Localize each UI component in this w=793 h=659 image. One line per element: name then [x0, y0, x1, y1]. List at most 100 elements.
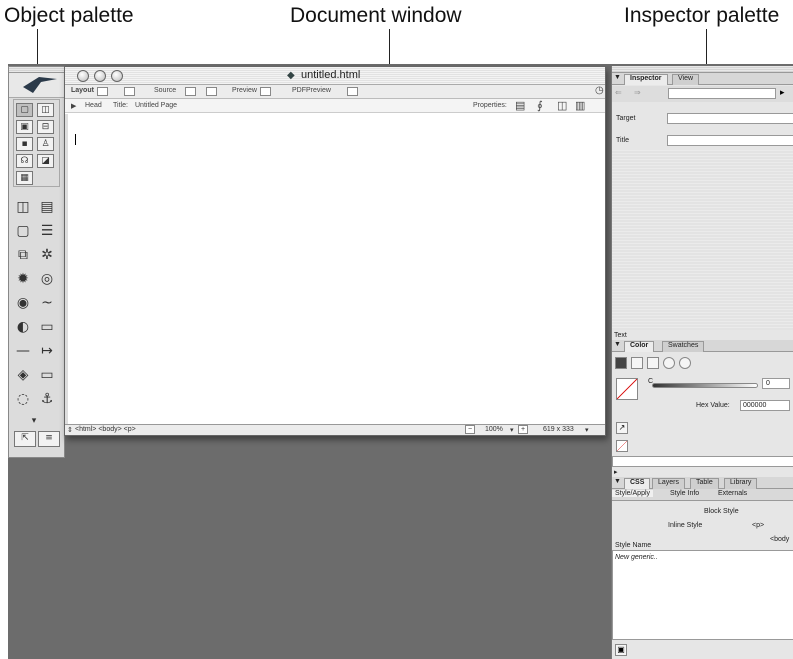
status-toggle-icon[interactable]: ⇕	[67, 426, 73, 434]
tab-color[interactable]: Color	[624, 341, 655, 352]
color-collapse-icon[interactable]: ▼	[614, 341, 621, 348]
tab-pdf-preview[interactable]: PDFPreview	[292, 87, 331, 94]
frame-tool-icon[interactable]: ◫	[12, 197, 34, 217]
c-channel-value: 0	[766, 380, 770, 387]
svg-tool-icon[interactable]: ~	[36, 293, 58, 313]
tab-preview[interactable]: Preview	[232, 87, 257, 94]
new-generic-style[interactable]: New generic..	[615, 554, 658, 561]
inspector-titlebar[interactable]	[612, 66, 793, 73]
hsv-mode-icon[interactable]	[679, 357, 691, 369]
plugin-tool-icon[interactable]: ♙	[37, 137, 54, 151]
link-forward-icon[interactable]: ⇒	[634, 88, 641, 97]
site-icon[interactable]: ▥	[575, 99, 585, 112]
zoom-in-button[interactable]: +	[518, 425, 529, 434]
new-style-icon[interactable]: ▣	[615, 644, 627, 656]
style-name-header: Style Name	[615, 542, 652, 549]
link-url-field[interactable]	[668, 88, 776, 99]
markup-tree[interactable]: <html> <body> <p>	[75, 426, 136, 433]
window-size-menu-icon[interactable]: ▾	[585, 426, 589, 434]
cmyk-mode-icon[interactable]	[647, 357, 659, 369]
list-tool-icon[interactable]: ☰	[36, 221, 58, 241]
tab-table[interactable]: Table	[690, 478, 719, 489]
grayscale-mode-icon[interactable]	[615, 357, 627, 369]
body-tag-label: <body	[770, 536, 790, 543]
grid-tool-icon[interactable]: ▦	[16, 171, 33, 185]
layout-grid-tool-icon[interactable]: ▢	[16, 103, 33, 117]
inspector-collapse-icon[interactable]: ▼	[614, 74, 621, 81]
spacer-tool-icon[interactable]: ↦	[36, 341, 58, 361]
anchor-tool-icon[interactable]: ⚓	[36, 389, 58, 409]
subtab-style-apply[interactable]: Style/Apply	[612, 490, 654, 497]
subtab-externals[interactable]: Externals	[718, 490, 747, 497]
inline-style-label: Inline Style	[668, 522, 703, 529]
title-label: Title:	[113, 102, 128, 109]
document-menu-icon[interactable]: ◷	[595, 85, 604, 96]
palette-menu-icon[interactable]: ▾	[23, 411, 45, 431]
search-tool-icon[interactable]: ◎	[36, 269, 58, 289]
source-split-icon[interactable]	[206, 87, 217, 96]
window-size[interactable]: 619 x 333	[543, 426, 574, 433]
css-collapse-icon[interactable]: ▼	[614, 478, 621, 485]
globe-tool-icon[interactable]: ✹	[12, 269, 34, 289]
subtab-style-info[interactable]: Style Info	[670, 490, 699, 497]
color-expand-icon[interactable]: ▸	[614, 468, 618, 476]
callout-object-palette: Object palette	[4, 4, 134, 27]
zoom-menu-icon[interactable]: ▾	[510, 426, 514, 434]
color-name-field[interactable]	[612, 456, 793, 467]
page-properties-icon[interactable]: ▤	[515, 99, 525, 112]
minimize-icon[interactable]	[94, 70, 106, 82]
image-tool-icon[interactable]: ▪	[16, 137, 33, 151]
tab-swatches[interactable]: Swatches	[662, 341, 705, 352]
eraser-tool-icon[interactable]: ◐	[12, 317, 34, 337]
head-toggle-icon[interactable]: ▶	[71, 102, 76, 110]
link-tool-icon[interactable]: ☊	[16, 154, 33, 168]
hsb-mode-icon[interactable]	[663, 357, 675, 369]
color-preview-swatch[interactable]	[616, 378, 638, 400]
inline-frame-tool-icon[interactable]: ▤	[36, 197, 58, 217]
no-color-swatch[interactable]	[616, 440, 628, 452]
balloon-tool-icon[interactable]: ◌	[12, 389, 34, 409]
document-titlebar[interactable]: ◆ untitled.html	[65, 67, 605, 85]
page-layout-icon[interactable]: ◫	[557, 99, 567, 112]
component-tool-icon[interactable]: ✲	[36, 245, 58, 265]
line-break-tool-icon[interactable]: ▭	[36, 365, 58, 385]
tab-library[interactable]: Library	[724, 478, 758, 489]
zoom-level[interactable]: 100%	[485, 426, 503, 433]
palette-switch-left-icon[interactable]: ⇱	[14, 431, 36, 447]
horizontal-rule-tool-icon[interactable]: —	[12, 341, 34, 361]
tab-inspector[interactable]: Inspector	[624, 74, 668, 85]
browse-icon[interactable]: ▸	[780, 87, 785, 98]
applet-tool-icon[interactable]: ⧉	[12, 245, 34, 265]
target-field[interactable]	[667, 113, 793, 124]
callout-document-window: Document window	[290, 4, 462, 27]
button-tool-icon[interactable]: ▭	[36, 317, 58, 337]
tab-css[interactable]: CSS	[624, 478, 651, 489]
close-icon[interactable]	[77, 70, 89, 82]
palette-switch-right-icon[interactable]: ≡	[38, 431, 60, 447]
head-label[interactable]: Head	[85, 102, 102, 109]
floating-box-tool-icon[interactable]: ▣	[16, 120, 33, 134]
tab-layers[interactable]: Layers	[652, 478, 686, 489]
tab-view[interactable]: View	[672, 74, 700, 85]
info-tool-icon[interactable]: ◉	[12, 293, 34, 313]
eyedropper-icon[interactable]: ↗	[616, 422, 628, 434]
comment-tool-icon[interactable]: ◈	[12, 365, 34, 385]
layout-frame-icon[interactable]	[124, 87, 135, 96]
document-editing-area[interactable]	[65, 114, 605, 425]
page-title-value[interactable]: Untitled Page	[135, 102, 177, 109]
link-back-icon[interactable]: ⇐	[615, 88, 622, 97]
layout-text-box-tool-icon[interactable]: ◫	[37, 103, 54, 117]
inspector-body	[612, 150, 793, 330]
title-field[interactable]	[667, 135, 793, 146]
line-tool-icon[interactable]: ◪	[37, 154, 54, 168]
rgb-mode-icon[interactable]	[631, 357, 643, 369]
style-list[interactable]	[612, 550, 793, 640]
form-tool-icon[interactable]: ▢	[12, 221, 34, 241]
zoom-out-button[interactable]: −	[465, 425, 476, 434]
tab-layout[interactable]: Layout	[71, 87, 94, 94]
update-icon[interactable]: ∮	[537, 99, 543, 112]
tab-source[interactable]: Source	[154, 87, 176, 94]
zoom-icon[interactable]	[111, 70, 123, 82]
table-tool-icon[interactable]: ⊟	[37, 120, 54, 134]
c-channel-slider[interactable]	[652, 383, 758, 388]
